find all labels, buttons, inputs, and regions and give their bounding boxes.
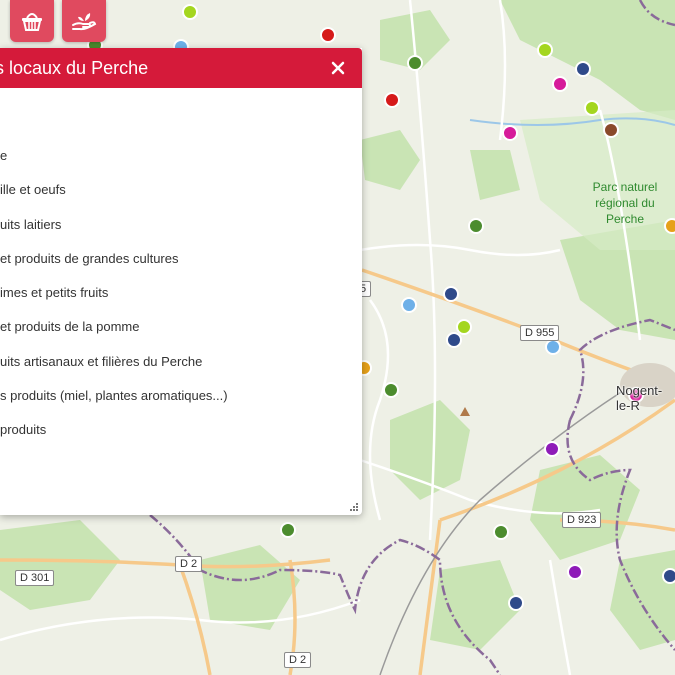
category-item[interactable]: uits artisanaux et filières du Perche [0, 344, 362, 378]
category-label: imes et petits fruits [0, 285, 109, 301]
producer-marker-navy[interactable] [662, 568, 675, 584]
producer-marker-navy[interactable] [508, 595, 524, 611]
category-label: ille et oeufs [0, 182, 66, 198]
category-list: e ille et oeufs uits laitiers et produit… [0, 104, 362, 447]
producer-marker-purple[interactable] [544, 441, 560, 457]
category-item[interactable]: s produits (miel, plantes aromatiques...… [0, 378, 362, 412]
producer-marker-lightblue[interactable] [401, 297, 417, 313]
town-label: Nogent-le-R [616, 383, 663, 413]
category-item[interactable]: et produits de la pomme [0, 310, 362, 344]
park-label: Parc naturel régional du Perche [592, 180, 658, 226]
producer-marker-navy[interactable] [443, 286, 459, 302]
category-label: produits [0, 422, 47, 438]
close-button[interactable] [326, 56, 350, 80]
category-label: et produits de la pomme [0, 319, 140, 335]
producer-marker-green[interactable] [407, 55, 423, 71]
panel-header: uits locaux du Perche [0, 48, 362, 88]
producer-marker-lightblue[interactable] [545, 339, 561, 355]
category-item[interactable]: e [0, 138, 362, 172]
basket-button[interactable] [10, 0, 54, 42]
close-icon [331, 61, 345, 75]
road-label-d2: D 2 [175, 556, 203, 572]
producer-marker-red[interactable] [320, 27, 336, 43]
road-label-d955: D 955 [520, 325, 560, 341]
category-label: e [0, 147, 8, 163]
producer-marker-red[interactable] [384, 92, 400, 108]
producer-marker-green[interactable] [468, 218, 484, 234]
producer-marker-lime[interactable] [537, 42, 553, 58]
category-label: uits laitiers [0, 216, 62, 232]
producer-marker-navy[interactable] [446, 332, 462, 348]
panel-title: uits locaux du Perche [0, 58, 149, 78]
filter-panel: uits locaux du Perche e ille et oeufs ui… [0, 48, 362, 515]
category-item[interactable]: uits laitiers [0, 207, 362, 241]
local-producer-button[interactable] [62, 0, 106, 42]
category-label: uits artisanaux et filières du Perche [0, 353, 203, 369]
category-item-all[interactable] [0, 104, 362, 138]
producer-marker-green[interactable] [383, 382, 399, 398]
category-item[interactable]: ille et oeufs [0, 173, 362, 207]
road-label-d301: D 301 [15, 570, 55, 586]
producer-marker-magenta[interactable] [552, 76, 568, 92]
producer-marker-magenta[interactable] [502, 125, 518, 141]
producer-marker-purple[interactable] [567, 564, 583, 580]
basket-icon [22, 13, 42, 31]
resize-grip-icon[interactable] [349, 502, 359, 512]
road-label-d2-south: D 2 [284, 652, 312, 668]
producer-marker-lime[interactable] [182, 4, 198, 20]
category-item[interactable]: imes et petits fruits [0, 275, 362, 309]
category-label: et produits de grandes cultures [0, 250, 179, 266]
producer-marker-navy[interactable] [575, 61, 591, 77]
category-item[interactable]: et produits de grandes cultures [0, 241, 362, 275]
hand-plant-icon [72, 13, 97, 31]
road-label-d923: D 923 [562, 512, 602, 528]
category-item[interactable]: produits [0, 413, 362, 447]
category-label: s produits (miel, plantes aromatiques...… [0, 388, 228, 404]
producer-marker-brown[interactable] [603, 122, 619, 138]
producer-marker-lime[interactable] [584, 100, 600, 116]
producer-marker-green[interactable] [493, 524, 509, 540]
producer-marker-lime[interactable] [456, 319, 472, 335]
producer-marker-green[interactable] [280, 522, 296, 538]
